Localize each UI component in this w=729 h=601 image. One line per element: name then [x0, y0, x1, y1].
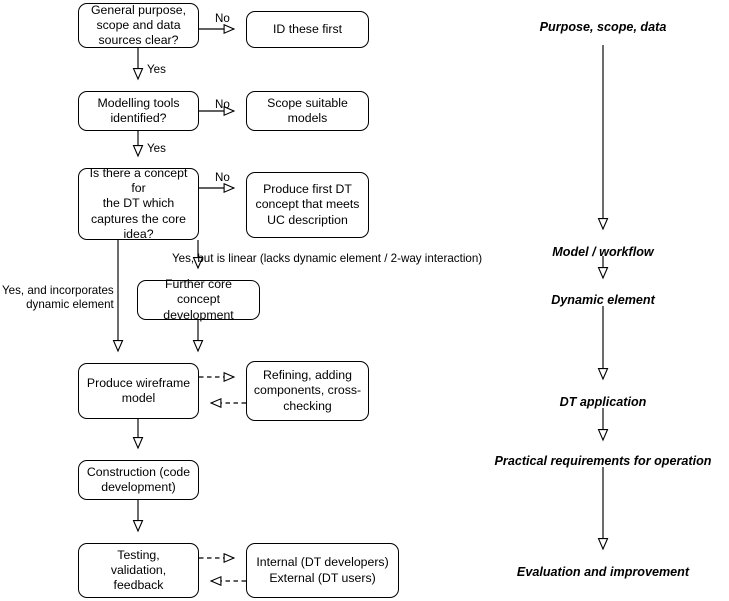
node-general-purpose-question[interactable]: General purpose, scope and data sources … — [78, 3, 199, 48]
edge-label-yes-and-incorporates-dynamic: Yes, and incorporates dynamic element — [2, 284, 114, 311]
node-produce-first-dt-concept[interactable]: Produce first DT concept that meets UC d… — [246, 172, 369, 238]
stage-label-evaluation-improvement: Evaluation and improvement — [516, 565, 690, 579]
edge-label-no-concept: No — [215, 171, 230, 184]
edge-label-yes-but-linear: Yes, but is linear (lacks dynamic elemen… — [172, 252, 483, 265]
edge-label-no-tools: No — [215, 98, 230, 111]
edge-label-yes-purpose: Yes — [147, 63, 166, 76]
stage-label-model-workflow: Model / workflow — [552, 245, 654, 259]
stage-label-dt-application: DT application — [559, 395, 647, 409]
node-refining-adding-components[interactable]: Refining, adding components, cross- chec… — [246, 361, 369, 421]
node-scope-suitable-models[interactable]: Scope suitable models — [246, 91, 369, 131]
stage-label-purpose-scope-data: Purpose, scope, data — [539, 20, 667, 34]
stage-label-dynamic-element: Dynamic element — [551, 293, 655, 307]
node-internal-external-users[interactable]: Internal (DT developers) External (DT us… — [246, 543, 399, 598]
stage-label-practical-requirements: Practical requirements for operation — [494, 454, 712, 468]
node-produce-wireframe-model[interactable]: Produce wireframe model — [78, 363, 199, 419]
node-construction-code-development[interactable]: Construction (code development) — [78, 460, 199, 500]
node-id-these-first[interactable]: ID these first — [246, 11, 369, 48]
node-further-core-concept-development[interactable]: Further core concept development — [137, 277, 260, 322]
node-testing-validation-feedback[interactable]: Testing, validation, feedback — [78, 543, 199, 598]
node-modelling-tools-question[interactable]: Modelling tools identified? — [78, 91, 199, 131]
node-concept-question[interactable]: Is there a concept for the DT which capt… — [78, 166, 199, 241]
edge-label-yes-tools: Yes — [147, 142, 166, 155]
flowchart-canvas: ID these first --> modelling tools? --> … — [0, 0, 729, 601]
edge-label-no-purpose: No — [215, 12, 230, 25]
